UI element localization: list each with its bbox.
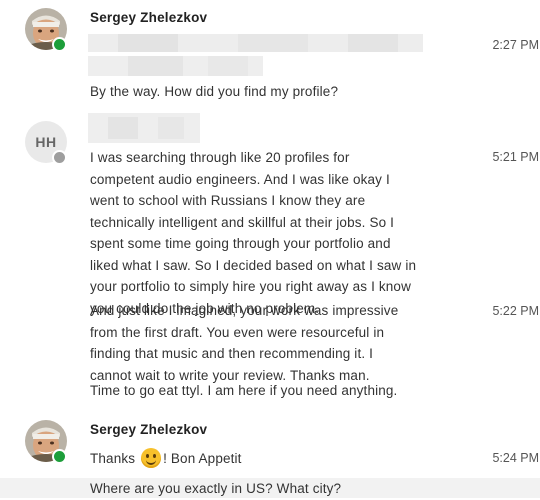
- message-thread: Sergey Zhelezkov 2:27 PM By the way. How…: [0, 0, 540, 498]
- message-text: And just like I imagined, your work was …: [90, 300, 398, 386]
- message-line: technically intelligent and skillful at …: [90, 214, 395, 230]
- hh-avatar[interactable]: HH: [25, 121, 67, 165]
- message-text-part: ! Bon Appetit: [163, 451, 242, 466]
- redacted-name-icon: [88, 113, 200, 143]
- message-time: 5:22 PM: [492, 304, 539, 318]
- message-line: finding that music and then recommending…: [90, 346, 374, 361]
- smiling-face-icon: [141, 448, 162, 468]
- message-line: went to school with Russians I know they…: [90, 193, 366, 208]
- sergey-avatar[interactable]: [25, 8, 67, 52]
- message-text: Time to go eat ttyl. I am here if you ne…: [90, 383, 398, 398]
- message-line: And just like I imagined, your work was …: [90, 303, 399, 318]
- sergey-avatar[interactable]: [25, 420, 67, 464]
- sender-name[interactable]: Sergey Zhelezkov: [90, 422, 207, 437]
- message-line: spent some time going through your portf…: [90, 236, 391, 251]
- message-time: 2:27 PM: [492, 38, 539, 52]
- message-line: liked what I saw. So I decided based on …: [90, 257, 417, 273]
- sender-name[interactable]: Sergey Zhelezkov: [90, 10, 207, 25]
- message-text: I was searching through like 20 profiles…: [90, 147, 416, 319]
- message-line: from the first draft. You even were reso…: [90, 324, 385, 340]
- redacted-text-icon: [88, 34, 423, 78]
- message-time: 5:24 PM: [492, 451, 539, 465]
- online-status-icon: [52, 37, 67, 52]
- message-line: your portfolio to simply hire you right …: [90, 279, 411, 294]
- away-status-icon: [52, 150, 67, 165]
- message-text: Where are you exactly in US? What city?: [90, 481, 342, 496]
- message-text: By the way. How did you find my profile?: [90, 84, 339, 99]
- message-line: competent audio engineers. And I was lik…: [90, 171, 390, 187]
- online-status-icon: [52, 449, 67, 464]
- message-text-part: Thanks: [90, 451, 136, 466]
- message-line: I was searching through like 20 profiles…: [90, 150, 350, 165]
- message-text: Thanks ! Bon Appetit: [90, 448, 242, 470]
- message-time: 5:21 PM: [492, 150, 539, 164]
